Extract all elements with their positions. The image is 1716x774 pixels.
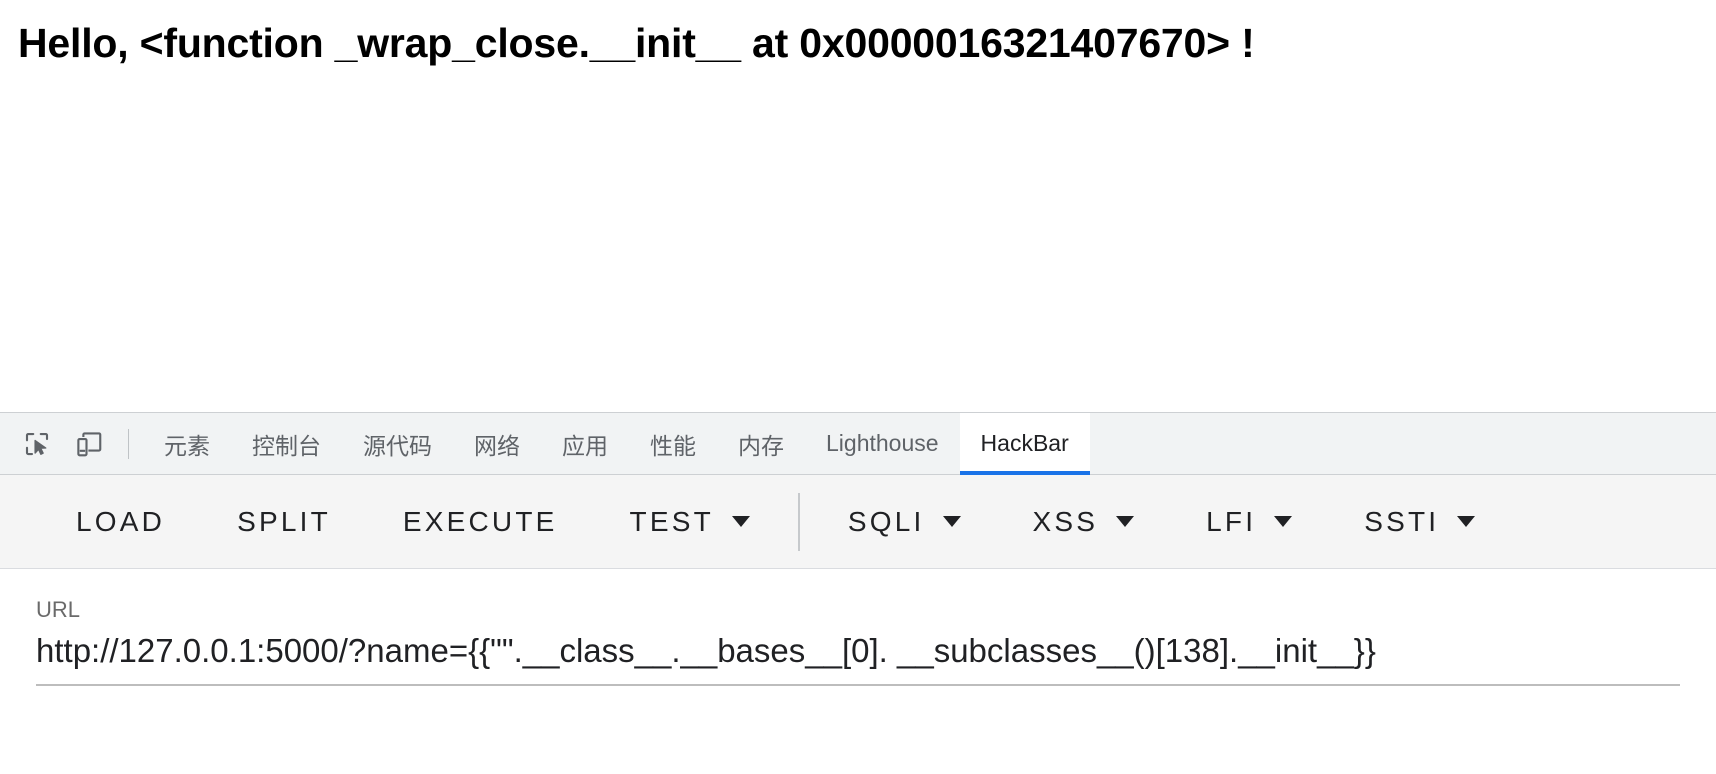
sqli-button-label: SQLI [847,505,925,537]
tab-lighthouse[interactable]: Lighthouse [805,413,960,474]
hackbar-toolbar-divider [797,492,800,551]
load-button[interactable]: LOAD [40,475,201,568]
test-dropdown-button[interactable]: TEST [594,475,786,568]
sqli-dropdown-button[interactable]: SQLI [812,475,997,568]
execute-button[interactable]: EXECUTE [367,475,594,568]
chevron-down-icon [1274,516,1293,527]
url-field-label: URL [36,597,81,622]
tab-performance[interactable]: 性能 [629,413,717,474]
devtools-tabstrip: 元素 控制台 源代码 网络 应用 性能 内存 Lighthouse HackBa… [0,413,1716,475]
page-heading: Hello, <function _wrap_close.__init__ at… [18,20,1255,66]
execute-button-label: EXECUTE [402,505,558,537]
xss-dropdown-button[interactable]: XSS [997,475,1171,568]
load-button-label: LOAD [76,505,166,537]
toolbar-divider [128,428,129,459]
page-content: Hello, <function _wrap_close.__init__ at… [0,0,1716,412]
ssti-dropdown-button[interactable]: SSTI [1328,475,1511,568]
lfi-button-label: LFI [1206,505,1257,537]
url-input[interactable]: http://127.0.0.1:5000/?name={{"".__class… [36,629,1680,686]
tab-hackbar[interactable]: HackBar [959,413,1090,475]
devtools-panel: 元素 控制台 源代码 网络 应用 性能 内存 Lighthouse HackBa… [0,412,1716,774]
inspect-element-icon[interactable] [16,423,58,465]
tab-elements[interactable]: 元素 [143,413,231,474]
lfi-dropdown-button[interactable]: LFI [1170,475,1328,568]
device-toolbar-icon[interactable] [68,423,110,465]
split-button-label: SPLIT [237,505,331,537]
chevron-down-icon [731,516,750,527]
tab-application[interactable]: 应用 [541,413,629,474]
hackbar-toolbar: LOAD SPLIT EXECUTE TEST SQLI XSS LFI SST… [0,475,1716,569]
tab-memory[interactable]: 内存 [717,413,805,474]
devtools-tab-list: 元素 控制台 源代码 网络 应用 性能 内存 Lighthouse HackBa… [143,413,1090,475]
ssti-button-label: SSTI [1364,505,1440,537]
tab-network[interactable]: 网络 [453,413,541,474]
split-button[interactable]: SPLIT [201,475,367,568]
chevron-down-icon [942,516,961,527]
tab-console[interactable]: 控制台 [231,413,342,474]
chevron-down-icon [1116,516,1135,527]
devtools-tool-icons [0,413,143,474]
hackbar-url-area: URL http://127.0.0.1:5000/?name={{"".__c… [0,569,1716,774]
tab-sources[interactable]: 源代码 [342,413,453,474]
chevron-down-icon [1457,516,1476,527]
xss-button-label: XSS [1032,505,1099,537]
test-button-label: TEST [629,505,714,537]
